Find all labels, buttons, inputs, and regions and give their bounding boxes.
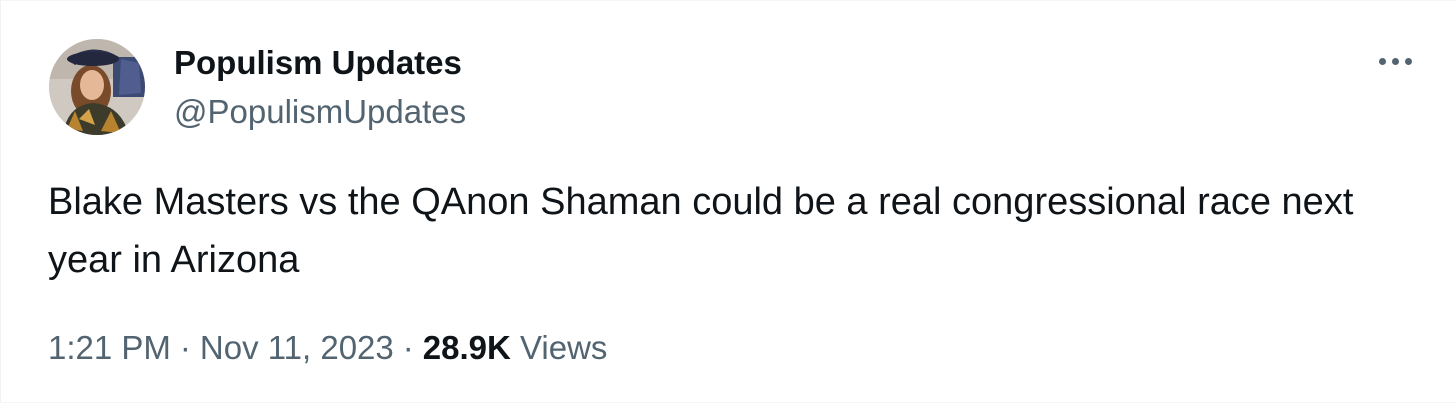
more-horizontal-icon: [1404, 57, 1412, 65]
tweet-card: Populism Updates @PopulismUpdates Blake …: [0, 0, 1456, 403]
views-count: 28.9K: [422, 329, 511, 366]
views-label: Views: [520, 329, 608, 366]
meta-separator: ·: [179, 329, 191, 366]
author-display-name[interactable]: Populism Updates: [174, 43, 462, 83]
tweet-time[interactable]: 1:21 PM: [48, 329, 171, 366]
more-options-button[interactable]: [1373, 46, 1417, 76]
author-handle[interactable]: @PopulismUpdates: [174, 92, 466, 132]
tweet-metadata: 1:21 PM · Nov 11, 2023 · 28.9K Views: [48, 328, 607, 368]
meta-separator: ·: [402, 329, 414, 366]
avatar[interactable]: [49, 39, 145, 135]
more-horizontal-icon: [1378, 57, 1386, 65]
more-horizontal-icon: [1391, 57, 1399, 65]
profile-photo-icon: [49, 39, 145, 135]
tweet-text: Blake Masters vs the QAnon Shaman could …: [48, 181, 1354, 281]
tweet-date[interactable]: Nov 11, 2023: [200, 329, 394, 366]
